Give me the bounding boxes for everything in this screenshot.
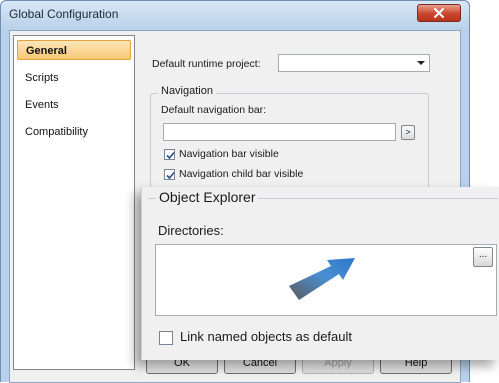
browse-arrow-label: >: [405, 127, 411, 137]
nav-child-bar-visible-label: Navigation child bar visible: [179, 168, 304, 180]
runtime-project-label: Default runtime project:: [152, 58, 261, 70]
nav-item-label: Scripts: [25, 72, 59, 84]
checkmark-icon: [166, 151, 175, 160]
close-button[interactable]: [417, 4, 461, 22]
ellipsis-label: ...: [478, 249, 488, 260]
nav-item-label: Compatibility: [25, 126, 88, 138]
nav-item-general[interactable]: General: [17, 40, 131, 60]
default-nav-bar-input[interactable]: [163, 123, 396, 141]
default-nav-bar-label: Default navigation bar:: [161, 104, 267, 116]
directories-label: Directories:: [158, 223, 224, 238]
nav-item-label: Events: [25, 99, 59, 111]
nav-item-scripts[interactable]: Scripts: [17, 68, 131, 88]
window-title: Global Configuration: [9, 7, 119, 21]
title-bar[interactable]: Global Configuration: [1, 1, 469, 27]
dropdown-arrow-icon: [417, 61, 425, 65]
nav-item-events[interactable]: Events: [17, 95, 131, 115]
nav-child-bar-visible-checkbox[interactable]: [164, 169, 175, 180]
nav-item-label: General: [26, 45, 67, 57]
close-icon: [434, 8, 444, 18]
settings-nav-list: General Scripts Events Compatibility: [13, 35, 135, 370]
object-explorer-group-title: Object Explorer: [156, 189, 259, 205]
nav-bar-browse-button[interactable]: >: [401, 125, 415, 140]
runtime-project-select[interactable]: [278, 54, 430, 72]
navigation-group-title: Navigation: [158, 85, 216, 97]
link-named-objects-label: Link named objects as default: [180, 329, 352, 344]
link-named-objects-checkbox[interactable]: [159, 331, 173, 345]
nav-bar-visible-checkbox[interactable]: [164, 149, 175, 160]
nav-item-compatibility[interactable]: Compatibility: [17, 122, 131, 142]
directories-browse-button[interactable]: ...: [473, 247, 493, 267]
checkmark-icon: [166, 171, 175, 180]
pointer-arrow-icon: [289, 258, 355, 300]
nav-bar-visible-label: Navigation bar visible: [179, 148, 279, 160]
